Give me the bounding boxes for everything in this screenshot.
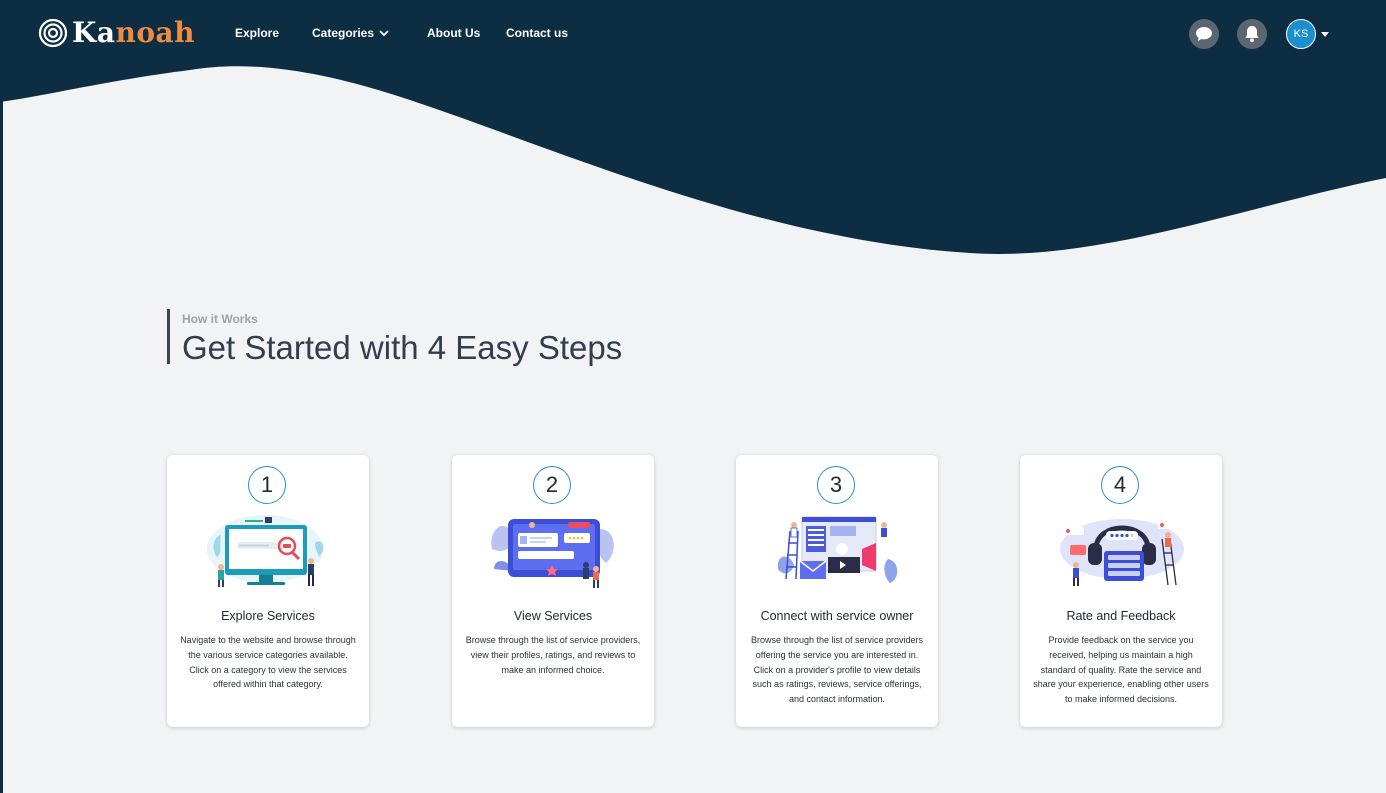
- step-description: Browse through the list of service provi…: [465, 635, 641, 675]
- chevron-down-icon: [379, 30, 389, 37]
- step-number: 4: [1101, 466, 1139, 504]
- messages-button[interactable]: [1189, 19, 1219, 49]
- section-eyebrow: How it Works: [182, 312, 258, 326]
- profiles-screen-illustration: [491, 519, 614, 588]
- section-header: How it Works Get Started with 4 Easy Ste…: [167, 309, 623, 366]
- nav-categories-label: Categories: [312, 26, 375, 40]
- step-description: Browse through the list of service provi…: [750, 635, 924, 705]
- step-title: Explore Services: [221, 609, 315, 623]
- brand-logo[interactable]: Kanoah: [38, 18, 195, 48]
- step-card-explore: 1 Explore Services Navigate to the websi…: [167, 455, 369, 727]
- nav-explore[interactable]: Explore: [235, 26, 279, 40]
- step-number: 2: [533, 466, 571, 504]
- step-description: Navigate to the website and browse throu…: [180, 635, 356, 690]
- chat-bubble-icon: [1196, 27, 1212, 41]
- page-left-edge: [0, 0, 3, 793]
- caret-down-icon: [1321, 31, 1329, 37]
- bell-icon: [1245, 26, 1259, 43]
- notifications-button[interactable]: [1237, 19, 1267, 49]
- top-navbar: Kanoah Explore Categories About Us Conta…: [0, 0, 1386, 68]
- step-card-feedback: 4 Rate and Feedback Provide feedback on …: [1020, 455, 1222, 727]
- nav-about-us[interactable]: About Us: [427, 26, 480, 40]
- feedback-headset-illustration: [1060, 519, 1184, 586]
- step-title: Rate and Feedback: [1066, 609, 1176, 623]
- brand-prefix: Ka: [72, 16, 116, 49]
- step-card-view: 2 View Services Browse through the list …: [452, 455, 654, 727]
- avatar: KS: [1286, 19, 1316, 49]
- step-number: 1: [248, 466, 286, 504]
- step-description: Provide feedback on the service you rece…: [1033, 635, 1209, 705]
- search-screen-illustration: [207, 515, 324, 587]
- step-title: View Services: [513, 609, 593, 623]
- step-title: Connect with service owner: [760, 609, 914, 623]
- brand-wordmark: Kanoah: [72, 18, 195, 48]
- nav-categories-dropdown[interactable]: Categories: [312, 26, 389, 40]
- section-title: Get Started with 4 Easy Steps: [182, 329, 623, 366]
- target-logo-icon: [38, 18, 68, 48]
- nav-contact-us[interactable]: Contact us: [506, 26, 568, 40]
- step-card-connect: 3 Connect with service owner Browse thro…: [736, 455, 938, 727]
- connect-screen-illustration: [777, 516, 898, 583]
- user-menu[interactable]: KS: [1286, 19, 1329, 49]
- brand-suffix: noah: [115, 16, 196, 49]
- step-number: 3: [817, 466, 855, 504]
